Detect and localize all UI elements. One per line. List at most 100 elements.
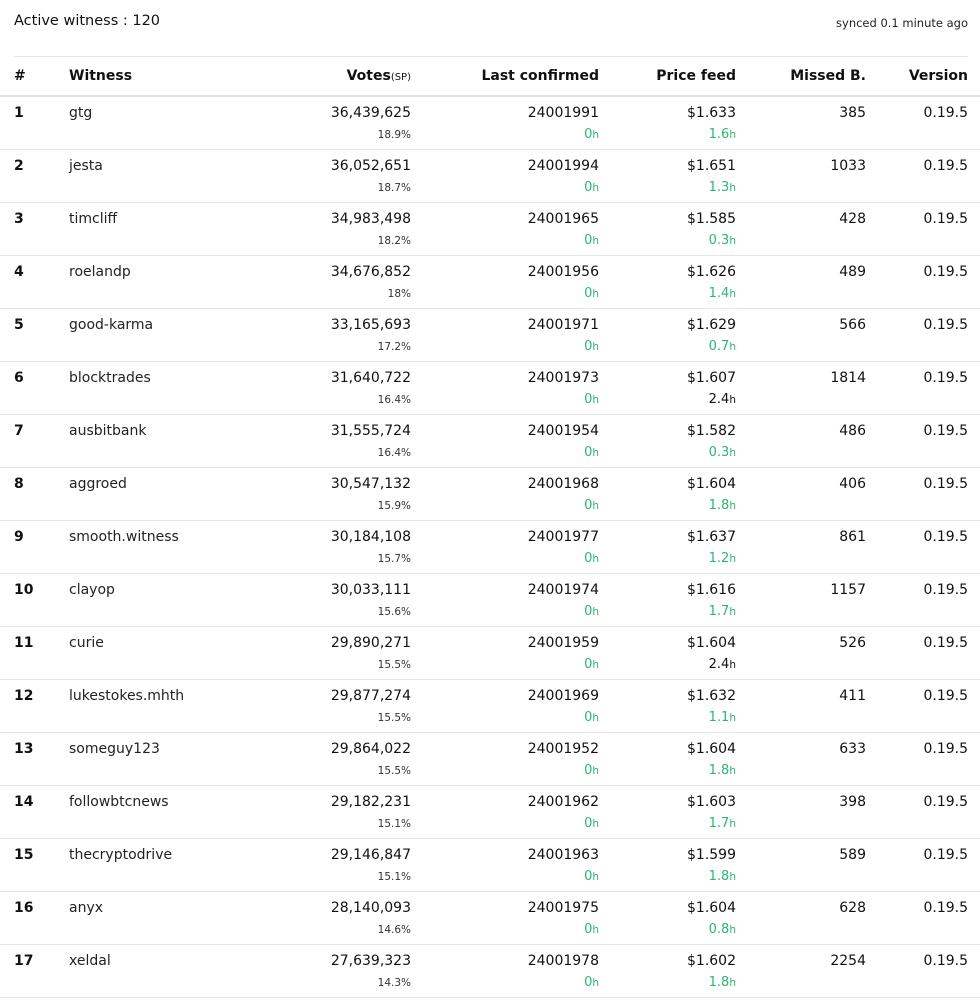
column-header-missed-blocks[interactable]: Missed B. bbox=[790, 68, 866, 84]
last-confirmed-block[interactable]: 24001959 bbox=[528, 635, 599, 651]
confirmed-age: 0h bbox=[584, 710, 599, 725]
price-feed-value: $1.582 bbox=[687, 423, 736, 439]
column-header-price-feed[interactable]: Price feed bbox=[656, 68, 736, 84]
witness-rank: 4 bbox=[14, 264, 24, 280]
last-confirmed-block[interactable]: 24001962 bbox=[528, 794, 599, 810]
witness-name-link[interactable]: ausbitbank bbox=[69, 423, 146, 439]
last-confirmed-block[interactable]: 24001954 bbox=[528, 423, 599, 439]
price-feed-age: 0.3h bbox=[709, 233, 736, 248]
witness-name-link[interactable]: clayop bbox=[69, 582, 115, 598]
price-feed-value: $1.651 bbox=[687, 158, 736, 174]
price-feed-age: 1.8h bbox=[709, 763, 736, 778]
price-feed-value: $1.629 bbox=[687, 317, 736, 333]
witness-version: 0.19.5 bbox=[923, 264, 968, 280]
witness-name-link[interactable]: followbtcnews bbox=[69, 794, 169, 810]
table-row: 6 blocktrades 31,640,722 16.4% 24001973 0h $1.… bbox=[0, 362, 980, 415]
votes-percent: 15.7% bbox=[377, 553, 411, 565]
column-header-version[interactable]: Version bbox=[909, 68, 968, 84]
column-header-rank[interactable]: # bbox=[14, 68, 26, 84]
witness-name-link[interactable]: good-karma bbox=[69, 317, 153, 333]
hour-unit: h bbox=[592, 553, 599, 565]
witness-rank: 16 bbox=[14, 900, 34, 916]
witness-name-link[interactable]: blocktrades bbox=[69, 370, 151, 386]
hour-unit: h bbox=[592, 235, 599, 247]
price-feed-age-value: 0.3 bbox=[708, 233, 730, 248]
last-confirmed-block[interactable]: 24001991 bbox=[528, 105, 599, 121]
hour-unit: h bbox=[729, 818, 736, 830]
witness-name-link[interactable]: curie bbox=[69, 635, 104, 651]
missed-blocks: 489 bbox=[839, 264, 866, 280]
last-confirmed-block[interactable]: 24001973 bbox=[528, 370, 599, 386]
confirmed-age: 0h bbox=[584, 763, 599, 778]
price-feed-value: $1.607 bbox=[687, 370, 736, 386]
votes-percent: 17.2% bbox=[377, 341, 411, 353]
missed-blocks: 486 bbox=[839, 423, 866, 439]
votes-value: 29,877,274 bbox=[330, 688, 411, 704]
last-confirmed-block[interactable]: 24001994 bbox=[528, 158, 599, 174]
votes-percent: 15.6% bbox=[377, 606, 411, 618]
price-feed-value: $1.585 bbox=[687, 211, 736, 227]
witness-version: 0.19.5 bbox=[923, 688, 968, 704]
witness-name-link[interactable]: thecryptodrive bbox=[69, 847, 172, 863]
column-header-witness[interactable]: Witness bbox=[69, 68, 132, 84]
last-confirmed-block[interactable]: 24001968 bbox=[528, 476, 599, 492]
price-feed-age: 0.7h bbox=[709, 339, 736, 354]
table-row: 15 thecryptodrive 29,146,847 15.1% 24001963 0… bbox=[0, 839, 980, 892]
table-row: 2 jesta 36,052,651 18.7% 24001994 0h $1.651 1.3… bbox=[0, 150, 980, 203]
last-confirmed-block[interactable]: 24001971 bbox=[528, 317, 599, 333]
last-confirmed-block[interactable]: 24001965 bbox=[528, 211, 599, 227]
witness-name-link[interactable]: anyx bbox=[69, 900, 103, 916]
price-feed-age-value: 1.3 bbox=[708, 180, 730, 195]
column-header-last-confirmed[interactable]: Last confirmed bbox=[481, 68, 599, 84]
hour-unit: h bbox=[592, 182, 599, 194]
confirmed-age: 0h bbox=[584, 922, 599, 937]
witness-name-link[interactable]: someguy123 bbox=[69, 741, 160, 757]
last-confirmed-block[interactable]: 24001956 bbox=[528, 264, 599, 280]
table-row: 12 lukestokes.mhth 29,877,274 15.5% 24001969… bbox=[0, 680, 980, 733]
table-row: 4 roelandp 34,676,852 18% 24001956 0h $1.626 1.… bbox=[0, 256, 980, 309]
price-feed-value: $1.604 bbox=[687, 635, 736, 651]
last-confirmed-block[interactable]: 24001963 bbox=[528, 847, 599, 863]
witness-name-link[interactable]: timcliff bbox=[69, 211, 117, 227]
last-confirmed-block[interactable]: 24001974 bbox=[528, 582, 599, 598]
votes-value: 30,184,108 bbox=[330, 529, 411, 545]
table-row: 3 timcliff 34,983,498 18.2% 24001965 0h $1.585… bbox=[0, 203, 980, 256]
witness-rank: 15 bbox=[14, 847, 34, 863]
last-confirmed-block[interactable]: 24001969 bbox=[528, 688, 599, 704]
missed-blocks: 1157 bbox=[830, 582, 866, 598]
hour-unit: h bbox=[729, 765, 736, 777]
votes-percent: 15.5% bbox=[377, 659, 411, 671]
witness-name-link[interactable]: aggroed bbox=[69, 476, 127, 492]
witness-name-link[interactable]: jesta bbox=[69, 158, 103, 174]
missed-blocks: 2254 bbox=[830, 953, 866, 969]
witness-name-link[interactable]: smooth.witness bbox=[69, 529, 179, 545]
last-confirmed-block[interactable]: 24001952 bbox=[528, 741, 599, 757]
witness-name-link[interactable]: roelandp bbox=[69, 264, 131, 280]
table-row: 11 curie 29,890,271 15.5% 24001959 0h $1.604 2.… bbox=[0, 627, 980, 680]
hour-unit: h bbox=[729, 977, 736, 989]
witness-rank: 9 bbox=[14, 529, 24, 545]
votes-percent: 15.9% bbox=[377, 500, 411, 512]
confirmed-age: 0h bbox=[584, 445, 599, 460]
price-feed-age: 1.6h bbox=[709, 127, 736, 142]
price-feed-age: 0.3h bbox=[709, 445, 736, 460]
hour-unit: h bbox=[729, 341, 736, 353]
price-feed-value: $1.626 bbox=[687, 264, 736, 280]
table-row: 7 ausbitbank 31,555,724 16.4% 24001954 0h $1.5… bbox=[0, 415, 980, 468]
last-confirmed-block[interactable]: 24001978 bbox=[528, 953, 599, 969]
column-header-votes[interactable]: Votes(SP) bbox=[347, 68, 411, 84]
last-confirmed-block[interactable]: 24001975 bbox=[528, 900, 599, 916]
witness-version: 0.19.5 bbox=[923, 635, 968, 651]
witness-name-link[interactable]: lukestokes.mhth bbox=[69, 688, 184, 704]
witness-version: 0.19.5 bbox=[923, 741, 968, 757]
votes-percent: 15.5% bbox=[377, 712, 411, 724]
last-confirmed-block[interactable]: 24001977 bbox=[528, 529, 599, 545]
table-row: 14 followbtcnews 29,182,231 15.1% 24001962 0h… bbox=[0, 786, 980, 839]
confirmed-age: 0h bbox=[584, 233, 599, 248]
witness-name-link[interactable]: gtg bbox=[69, 105, 92, 121]
table-row: 13 someguy123 29,864,022 15.5% 24001952 0h $1.… bbox=[0, 733, 980, 786]
price-feed-value: $1.604 bbox=[687, 476, 736, 492]
price-feed-age-value: 0.3 bbox=[708, 445, 730, 460]
votes-value: 33,165,693 bbox=[330, 317, 411, 333]
witness-name-link[interactable]: xeldal bbox=[69, 953, 111, 969]
